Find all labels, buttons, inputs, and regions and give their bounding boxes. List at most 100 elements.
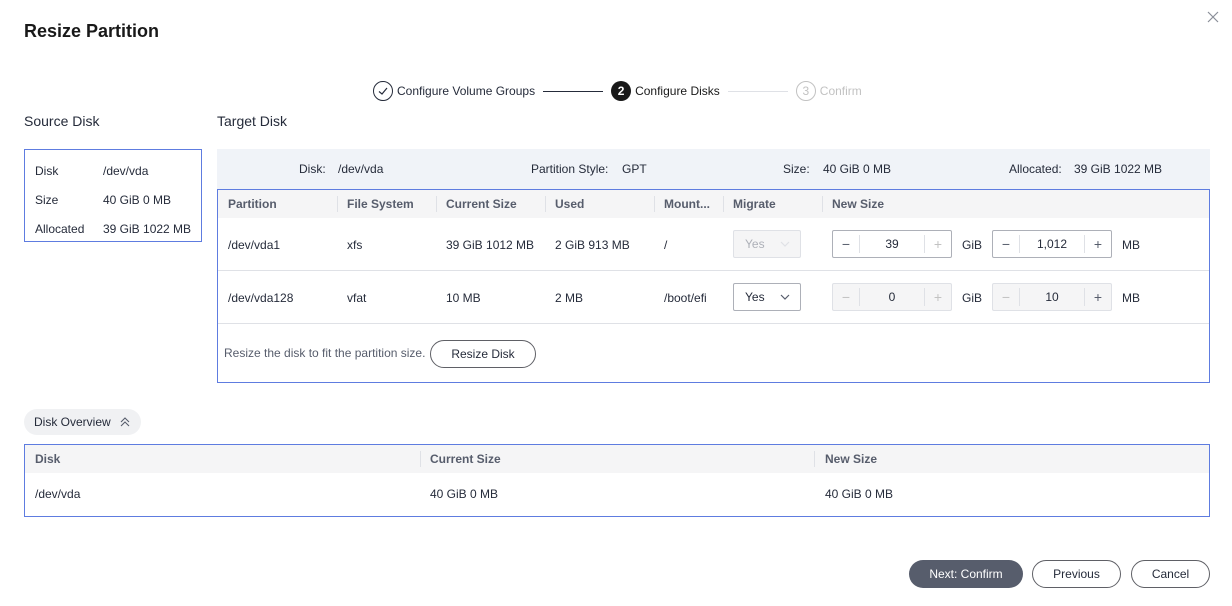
column-header: Disk: [35, 452, 61, 466]
target-disk-summary: Disk: /dev/vda Partition Style: GPT Size…: [217, 149, 1210, 189]
minus-icon[interactable]: −: [833, 284, 859, 310]
partition-name: /dev/vda1: [228, 238, 281, 252]
step-configure-volume-groups: Configure Volume Groups: [373, 81, 535, 101]
step-number: 2: [611, 81, 632, 101]
close-icon[interactable]: [1205, 9, 1221, 25]
column-divider[interactable]: [654, 196, 655, 212]
resize-disk-button[interactable]: Resize Disk: [430, 340, 536, 368]
next-confirm-button[interactable]: Next: Confirm: [909, 560, 1023, 588]
current-size: 40 GiB 0 MB: [430, 487, 499, 501]
migrate-select: Yes: [733, 230, 801, 258]
step-label: Configure Disks: [635, 84, 720, 98]
plus-icon[interactable]: +: [925, 231, 951, 257]
table-row: /dev/vda1 xfs 39 GiB 1012 MB 2 GiB 913 M…: [218, 218, 1209, 271]
minus-icon[interactable]: −: [833, 231, 859, 257]
stepper-value[interactable]: 39: [859, 235, 925, 253]
disk-value: /dev/vda: [338, 162, 384, 176]
info-key: Disk: [35, 163, 59, 178]
minus-icon[interactable]: −: [993, 231, 1019, 257]
partition-name: /dev/vda128: [228, 291, 294, 305]
new-size-gib-stepper[interactable]: − 0 +: [832, 283, 952, 311]
column-header: Current Size: [446, 197, 517, 211]
column-divider[interactable]: [420, 451, 421, 467]
plus-icon[interactable]: +: [1085, 231, 1111, 257]
column-divider[interactable]: [822, 196, 823, 212]
migrate-select[interactable]: Yes: [733, 283, 801, 311]
used-size: 2 GiB 913 MB: [555, 238, 630, 252]
disk-name: /dev/vda: [35, 487, 81, 501]
new-size: 40 GiB 0 MB: [825, 487, 894, 501]
column-header: Partition: [228, 197, 277, 211]
partition-style-label: Partition Style:: [531, 162, 609, 176]
table-row: /dev/vda128 vfat 10 MB 2 MB /boot/efi Ye…: [218, 271, 1209, 324]
resize-note: Resize the disk to fit the partition siz…: [224, 346, 426, 360]
partition-style-value: GPT: [622, 162, 647, 176]
step-label: Configure Volume Groups: [397, 84, 536, 98]
stepper-value[interactable]: 1,012: [1019, 235, 1085, 253]
plus-icon[interactable]: +: [1085, 284, 1111, 310]
column-header: Migrate: [733, 197, 776, 211]
column-header: Mount...: [664, 197, 710, 211]
partition-table: Partition File System Current Size Used …: [217, 189, 1210, 383]
source-disk-label: Source Disk: [24, 113, 100, 129]
column-header: Used: [555, 197, 585, 211]
info-value: 40 GiB 0 MB: [103, 192, 172, 207]
column-divider[interactable]: [337, 196, 338, 212]
unit-label: MB: [1122, 291, 1140, 305]
new-size-mb-stepper[interactable]: − 1,012 +: [992, 230, 1112, 258]
file-system: xfs: [347, 238, 363, 252]
table-row: /dev/vda 40 GiB 0 MB 40 GiB 0 MB: [25, 473, 1209, 516]
disk-label: Disk:: [299, 162, 326, 176]
mount-point: /: [664, 238, 668, 252]
new-size-gib-stepper[interactable]: − 39 +: [832, 230, 952, 258]
chevron-down-icon: [780, 241, 790, 247]
column-header: Current Size: [430, 452, 501, 466]
unit-label: GiB: [962, 291, 983, 305]
source-disk-info: Disk /dev/vda Size 40 GiB 0 MB Allocated…: [24, 149, 202, 242]
column-divider[interactable]: [436, 196, 437, 212]
previous-button[interactable]: Previous: [1032, 560, 1121, 588]
column-divider[interactable]: [723, 196, 724, 212]
info-value: /dev/vda: [103, 163, 149, 178]
target-disk-label: Target Disk: [217, 113, 288, 129]
column-header: New Size: [825, 452, 878, 466]
page-title: Resize Partition: [24, 21, 160, 41]
source-row-disk: Disk /dev/vda: [35, 156, 201, 185]
select-value: Yes: [745, 290, 765, 304]
current-size: 39 GiB 1012 MB: [446, 238, 535, 252]
chevron-double-up-icon: [120, 417, 130, 427]
new-size-mb-stepper[interactable]: − 10 +: [992, 283, 1112, 311]
column-divider[interactable]: [545, 196, 546, 212]
source-row-allocated: Allocated 39 GiB 1022 MB: [35, 214, 201, 243]
info-value: 39 GiB 1022 MB: [103, 221, 192, 236]
step-connector: [727, 90, 788, 92]
column-header: File System: [347, 197, 414, 211]
step-number: 3: [795, 81, 816, 101]
cancel-button[interactable]: Cancel: [1131, 560, 1210, 588]
check-icon: [373, 81, 393, 101]
table-header: Disk Current Size New Size: [25, 445, 1209, 473]
mount-point: /boot/efi: [664, 291, 707, 305]
unit-label: MB: [1122, 238, 1140, 252]
step-connector: [543, 90, 604, 92]
unit-label: GiB: [962, 238, 983, 252]
step-configure-disks: 2 Configure Disks: [611, 81, 720, 101]
step-confirm: 3 Confirm: [795, 81, 862, 101]
disk-overview-toggle[interactable]: Disk Overview: [24, 409, 141, 435]
table-header: Partition File System Current Size Used …: [218, 190, 1209, 218]
column-divider[interactable]: [814, 451, 815, 467]
plus-icon[interactable]: +: [925, 284, 951, 310]
allocated-value: 39 GiB 1022 MB: [1074, 162, 1163, 176]
source-row-size: Size 40 GiB 0 MB: [35, 185, 201, 214]
step-label: Confirm: [819, 84, 862, 98]
stepper-value[interactable]: 10: [1019, 288, 1085, 306]
column-header: New Size: [832, 197, 885, 211]
allocated-label: Allocated:: [1009, 162, 1062, 176]
wizard-stepper: Configure Volume Groups 2 Configure Disk…: [373, 80, 862, 102]
info-key: Size: [35, 192, 59, 207]
select-value: Yes: [745, 237, 765, 251]
current-size: 10 MB: [446, 291, 481, 305]
stepper-value[interactable]: 0: [859, 288, 925, 306]
file-system: vfat: [347, 291, 367, 305]
minus-icon[interactable]: −: [993, 284, 1019, 310]
